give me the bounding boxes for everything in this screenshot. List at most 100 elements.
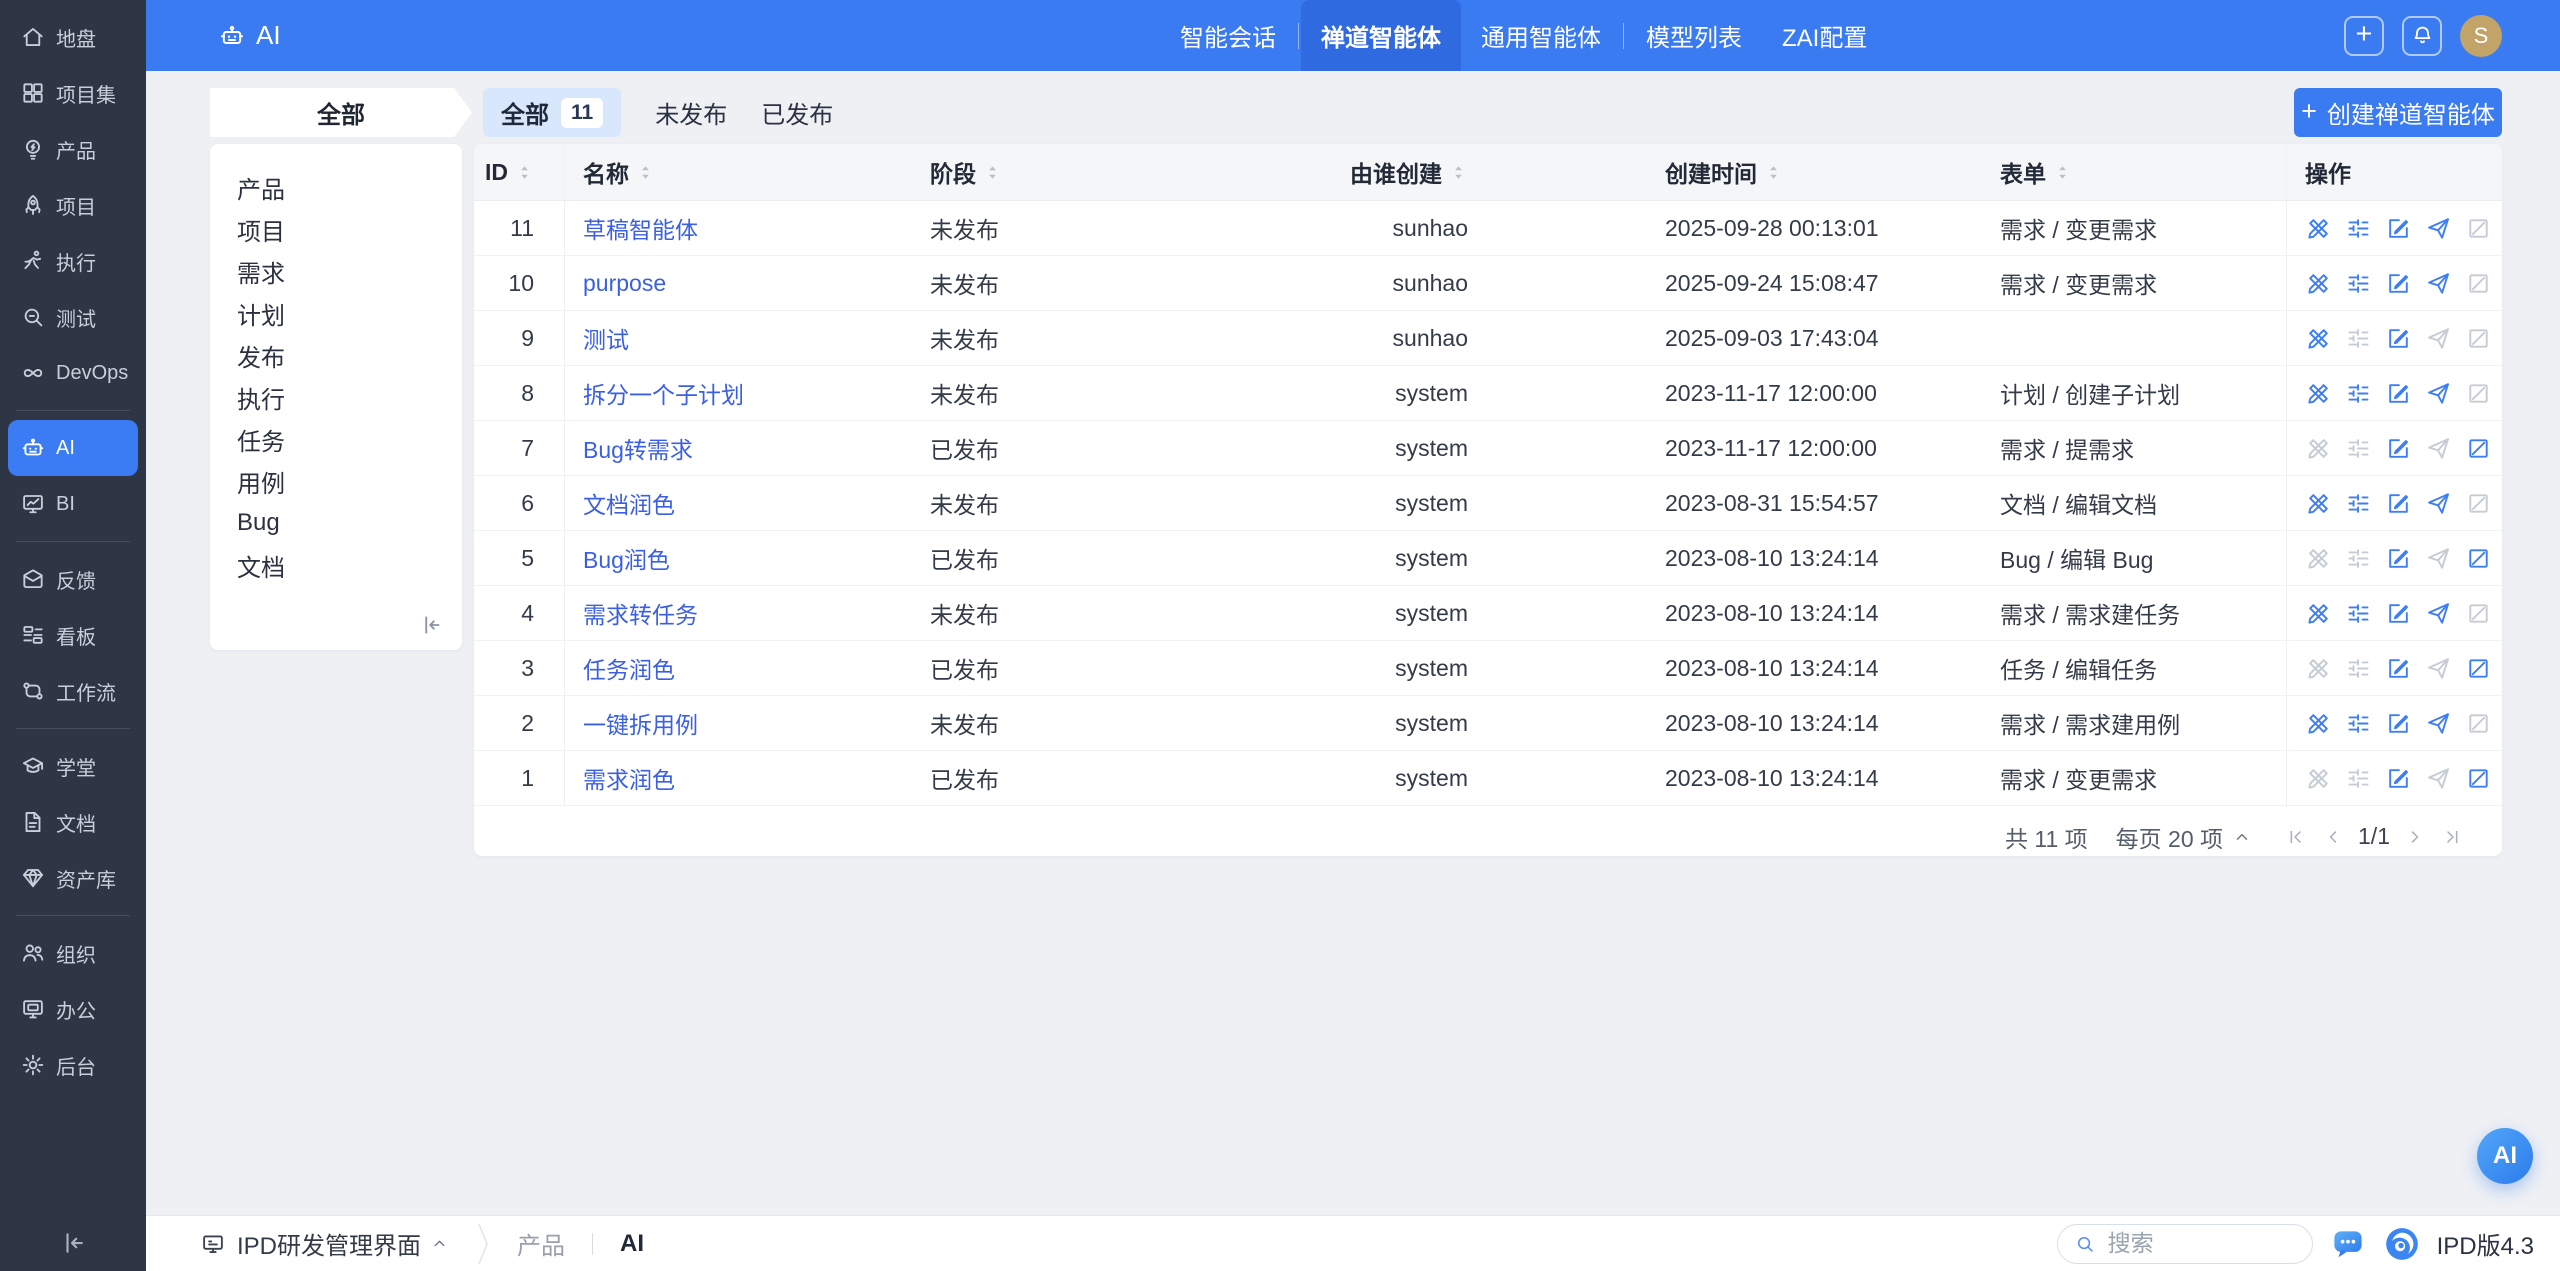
topnav-item-智能会话[interactable]: 智能会话: [1160, 0, 1296, 71]
agent-name-link[interactable]: 需求转任务: [583, 596, 698, 630]
tab-全部[interactable]: 全部11: [483, 88, 621, 137]
edit-icon[interactable]: [2385, 270, 2412, 297]
filter-collapse-button[interactable]: [418, 612, 444, 638]
unpublish-icon[interactable]: [2465, 655, 2492, 682]
sidebar-item-执行[interactable]: 执行: [8, 233, 138, 289]
sidebar-item-DevOps[interactable]: DevOps: [8, 345, 138, 401]
design-icon[interactable]: [2305, 325, 2332, 352]
topnav-item-ZAI配置[interactable]: ZAI配置: [1762, 0, 1887, 71]
sidebar-item-学堂[interactable]: 学堂: [8, 738, 138, 794]
add-button[interactable]: +: [2344, 16, 2384, 56]
send-icon[interactable]: [2425, 270, 2452, 297]
breadcrumb-product[interactable]: 产品: [517, 1226, 565, 1261]
column-header-ID[interactable]: ID: [474, 144, 565, 200]
filter-item-文档[interactable]: 文档: [210, 544, 462, 586]
agent-name-link[interactable]: Bug转需求: [583, 431, 693, 465]
design-icon[interactable]: [2305, 380, 2332, 407]
edit-icon[interactable]: [2385, 600, 2412, 627]
search-input[interactable]: [2106, 1229, 2296, 1258]
unpublish-icon[interactable]: [2465, 765, 2492, 792]
tune-icon[interactable]: [2345, 490, 2372, 517]
agent-name-link[interactable]: 测试: [583, 321, 629, 355]
edit-icon[interactable]: [2385, 380, 2412, 407]
filter-item-发布[interactable]: 发布: [210, 334, 462, 376]
tune-icon[interactable]: [2345, 710, 2372, 737]
chat-icon[interactable]: [2329, 1225, 2367, 1263]
agent-name-link[interactable]: purpose: [583, 270, 666, 297]
first-page-button[interactable]: [2276, 818, 2314, 856]
design-icon[interactable]: [2305, 710, 2332, 737]
filter-item-需求[interactable]: 需求: [210, 250, 462, 292]
unpublish-icon[interactable]: [2465, 545, 2492, 572]
sidebar-item-反馈[interactable]: 反馈: [8, 551, 138, 607]
send-icon[interactable]: [2425, 600, 2452, 627]
agent-name-link[interactable]: 需求润色: [583, 761, 675, 795]
tab-已发布[interactable]: 已发布: [761, 88, 833, 137]
page-size-select[interactable]: 每页 20 项: [2116, 820, 2252, 854]
sidebar-item-办公[interactable]: 办公: [8, 981, 138, 1037]
design-icon[interactable]: [2305, 490, 2332, 517]
topnav-item-通用智能体[interactable]: 通用智能体: [1461, 0, 1621, 71]
edit-icon[interactable]: [2385, 710, 2412, 737]
create-agent-button[interactable]: + 创建禅道智能体: [2294, 88, 2502, 137]
filter-item-产品[interactable]: 产品: [210, 166, 462, 208]
edit-icon[interactable]: [2385, 545, 2412, 572]
edit-icon[interactable]: [2385, 435, 2412, 462]
last-page-button[interactable]: [2434, 818, 2472, 856]
next-page-button[interactable]: [2396, 818, 2434, 856]
filter-item-用例[interactable]: 用例: [210, 460, 462, 502]
sidebar-item-地盘[interactable]: 地盘: [8, 9, 138, 65]
filter-item-项目[interactable]: 项目: [210, 208, 462, 250]
sidebar-item-文档[interactable]: 文档: [8, 794, 138, 850]
scope-button[interactable]: 全部: [210, 88, 472, 137]
tune-icon[interactable]: [2345, 215, 2372, 242]
send-icon[interactable]: [2425, 490, 2452, 517]
ai-fab[interactable]: AI: [2477, 1128, 2533, 1184]
zentao-logo-icon[interactable]: [2383, 1225, 2421, 1263]
topnav-item-模型列表[interactable]: 模型列表: [1626, 0, 1762, 71]
column-header-表单[interactable]: 表单: [2000, 144, 2287, 200]
sidebar-item-看板[interactable]: 看板: [8, 607, 138, 663]
filter-item-任务[interactable]: 任务: [210, 418, 462, 460]
sidebar-item-AI[interactable]: AI: [8, 420, 138, 476]
edit-icon[interactable]: [2385, 490, 2412, 517]
column-header-创建时间[interactable]: 创建时间: [1480, 144, 2000, 200]
filter-item-Bug[interactable]: Bug: [210, 502, 462, 544]
sidebar-item-项目[interactable]: 项目: [8, 177, 138, 233]
column-header-由谁创建[interactable]: 由谁创建: [1180, 144, 1480, 200]
edit-icon[interactable]: [2385, 765, 2412, 792]
prev-page-button[interactable]: [2314, 818, 2352, 856]
workspace-selector[interactable]: IPD研发管理界面: [237, 1226, 449, 1261]
design-icon[interactable]: [2305, 270, 2332, 297]
sidebar-item-BI[interactable]: BI: [8, 476, 138, 532]
tune-icon[interactable]: [2345, 380, 2372, 407]
tab-未发布[interactable]: 未发布: [655, 88, 727, 137]
sidebar-collapse-button[interactable]: [58, 1228, 88, 1258]
sidebar-item-产品[interactable]: 产品: [8, 121, 138, 177]
send-icon[interactable]: [2425, 380, 2452, 407]
send-icon[interactable]: [2425, 215, 2452, 242]
tune-icon[interactable]: [2345, 270, 2372, 297]
sidebar-item-项目集[interactable]: 项目集: [8, 65, 138, 121]
filter-item-执行[interactable]: 执行: [210, 376, 462, 418]
filter-item-计划[interactable]: 计划: [210, 292, 462, 334]
sidebar-item-资产库[interactable]: 资产库: [8, 850, 138, 906]
agent-name-link[interactable]: 草稿智能体: [583, 211, 698, 245]
column-header-阶段[interactable]: 阶段: [912, 144, 1180, 200]
avatar[interactable]: S: [2460, 15, 2502, 57]
agent-name-link[interactable]: 文档润色: [583, 486, 675, 520]
agent-name-link[interactable]: 任务润色: [583, 651, 675, 685]
tune-icon[interactable]: [2345, 600, 2372, 627]
edit-icon[interactable]: [2385, 215, 2412, 242]
notifications-button[interactable]: [2402, 16, 2442, 56]
sidebar-item-工作流[interactable]: 工作流: [8, 663, 138, 719]
unpublish-icon[interactable]: [2465, 435, 2492, 462]
edit-icon[interactable]: [2385, 655, 2412, 682]
agent-name-link[interactable]: Bug润色: [583, 541, 670, 575]
edit-icon[interactable]: [2385, 325, 2412, 352]
sidebar-item-测试[interactable]: 测试: [8, 289, 138, 345]
agent-name-link[interactable]: 拆分一个子计划: [583, 376, 744, 410]
column-header-名称[interactable]: 名称: [565, 144, 912, 200]
sidebar-item-组织[interactable]: 组织: [8, 925, 138, 981]
agent-name-link[interactable]: 一键拆用例: [583, 706, 698, 740]
